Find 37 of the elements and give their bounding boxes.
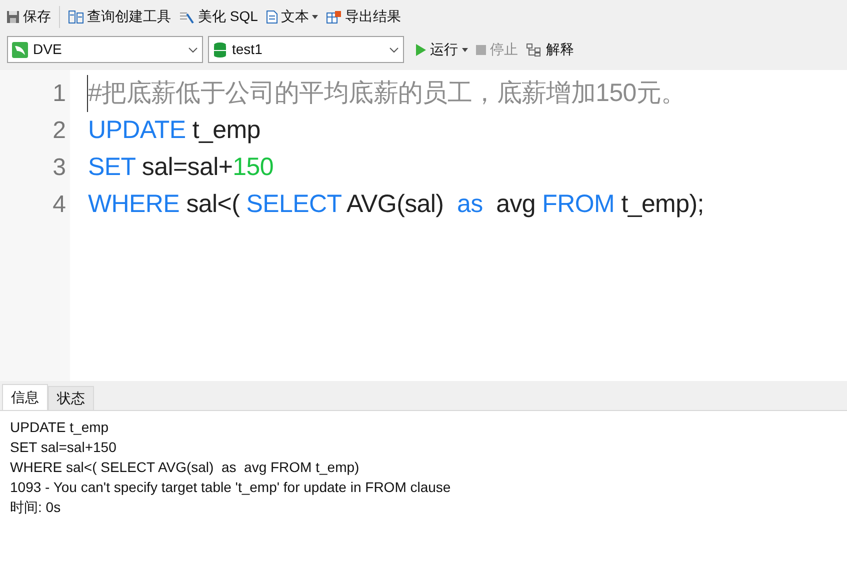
- table-builder-icon: [68, 10, 84, 24]
- stop-icon: [476, 44, 486, 54]
- code-line: SET sal=sal+150: [87, 152, 274, 183]
- message-line: WHERE sal<( SELECT AVG(sal) as avg FROM t_emp): [10, 458, 360, 477]
- chevron-down-icon: [188, 46, 198, 52]
- panel-tab[interactable]: 状态: [48, 386, 94, 410]
- brush-icon: [179, 10, 195, 24]
- toolbar-button[interactable]: 查询创建工具: [68, 6, 171, 27]
- toolbar-button[interactable]: 美化 SQL: [179, 6, 258, 27]
- connection-dropdown[interactable]: DVE: [7, 36, 203, 63]
- action-button[interactable]: 运行: [415, 39, 468, 60]
- document-icon: [266, 10, 278, 24]
- line-number: 4: [52, 190, 66, 220]
- line-number: 1: [52, 78, 66, 108]
- action-button[interactable]: 解释: [526, 39, 574, 60]
- line-number: 3: [52, 152, 66, 182]
- code-line: WHERE sal<( SELECT AVG(sal) as avg FROM t_emp);: [87, 188, 704, 220]
- message-line: 1093 - You can't specify target table 't_emp' for update in FROM clause: [10, 478, 452, 497]
- export-table-icon: [326, 10, 342, 24]
- message-line: 时间: 0s: [10, 498, 62, 517]
- connection-value: DVE: [33, 40, 63, 59]
- code-line: #把底薪低于公司的平均底薪的员工，底薪增加150元。: [87, 74, 686, 112]
- code-editor[interactable]: 1 2 3 4 #把底薪低于公司的平均底薪的员工，底薪增加150元。 UPDATE t_emp SET sal=sal+150 WHERE sal<( SELECT AVG(sal) as avg FROM t_emp);: [0, 70, 847, 381]
- hierarchy-icon: [526, 42, 542, 56]
- code-line: UPDATE t_emp: [87, 114, 260, 146]
- database-icon: [213, 42, 227, 58]
- chevron-down-icon: [389, 46, 399, 52]
- line-number: 2: [52, 116, 66, 146]
- play-icon: [415, 44, 426, 56]
- database-dropdown[interactable]: test1: [208, 36, 404, 63]
- database-value: test1: [232, 40, 264, 59]
- toolbar-button[interactable]: 文本: [266, 6, 318, 27]
- panel-tab[interactable]: 信息: [2, 384, 48, 410]
- message-line: UPDATE t_emp: [10, 418, 110, 437]
- message-line: SET sal=sal+150: [10, 438, 118, 457]
- toolbar-button[interactable]: 保存: [6, 6, 51, 27]
- toolbar-button[interactable]: 导出结果: [326, 6, 401, 27]
